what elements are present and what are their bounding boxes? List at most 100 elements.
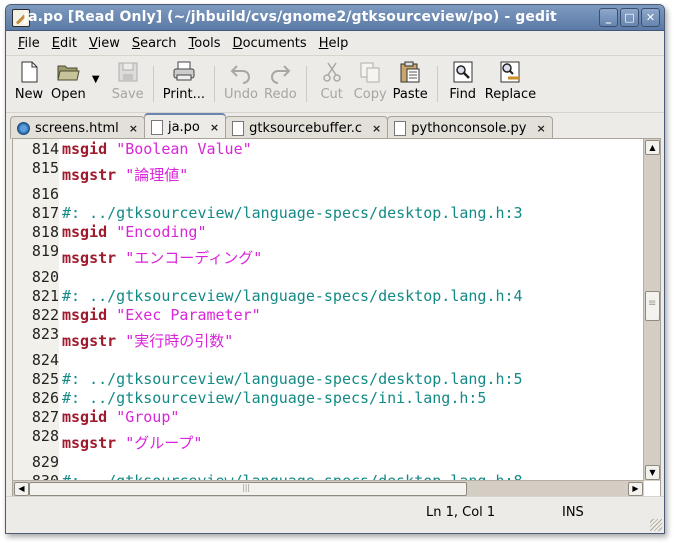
- new-document-icon: [21, 61, 38, 83]
- maximize-button[interactable]: □: [620, 8, 639, 27]
- insert-mode: INS: [562, 505, 584, 520]
- chevron-down-icon: ▼: [91, 74, 100, 85]
- undo-label: Undo: [224, 87, 259, 102]
- code-line: 828 msgstr "グループ": [15, 427, 641, 453]
- line-number: 820: [31, 268, 59, 286]
- vertical-scroll-thumb[interactable]: [645, 291, 660, 321]
- string-token: "Boolean Value": [116, 140, 252, 158]
- save-button[interactable]: Save: [109, 60, 147, 102]
- line-number: 819: [31, 242, 59, 260]
- string-token: "Group": [116, 408, 180, 426]
- toolbar-separator: [436, 66, 438, 102]
- keyword-token: msgid: [62, 306, 108, 324]
- scroll-left-button[interactable]: ◀: [14, 482, 29, 496]
- menu-mnemonic: D: [232, 35, 243, 51]
- arrow-left-icon: ◀: [18, 484, 25, 493]
- close-tab-icon[interactable]: ×: [372, 122, 381, 135]
- line-text: #: ../gtksourceview/language-specs/deskt…: [62, 287, 523, 305]
- paste-button[interactable]: Paste: [390, 60, 431, 102]
- menu-documents[interactable]: Documents: [227, 36, 313, 51]
- close-window-button[interactable]: ✕: [641, 8, 660, 27]
- replace-label: Replace: [484, 87, 537, 102]
- code-line: 821 #: ../gtksourceview/language-specs/de…: [15, 287, 641, 306]
- cut-label: Cut: [320, 87, 343, 102]
- horizontal-scrollbar[interactable]: ◀ ▶: [13, 480, 644, 496]
- undo-button[interactable]: Undo: [221, 60, 261, 102]
- save-label: Save: [111, 87, 144, 102]
- horizontal-scroll-thumb[interactable]: [29, 482, 467, 496]
- find-magnifier-icon: [453, 61, 473, 83]
- menu-view[interactable]: View: [83, 36, 126, 51]
- line-number: 826: [31, 389, 59, 407]
- resize-grip[interactable]: [650, 519, 662, 531]
- menu-tools[interactable]: Tools: [183, 36, 227, 51]
- keyword-token: msgid: [62, 408, 108, 426]
- code-line: 825 #: ../gtksourceview/language-specs/de…: [15, 370, 641, 389]
- keyword-token: msgstr: [62, 434, 117, 452]
- vertical-scrollbar[interactable]: ▲ ▼: [643, 139, 660, 481]
- tab-pythonconsole-py[interactable]: pythonconsole.py ×: [387, 116, 553, 139]
- editor-frame: 814 msgid "Boolean Value" 815 msgstr "論理値" 8…: [12, 138, 661, 497]
- tab-label: pythonconsole.py: [411, 120, 527, 136]
- tab-label: ja.po: [167, 120, 200, 135]
- line-text: #: ../gtksourceview/language-specs/deskt…: [62, 370, 523, 388]
- open-button[interactable]: Open: [48, 60, 89, 102]
- menu-edit[interactable]: Edit: [46, 36, 83, 51]
- scroll-down-button[interactable]: ▼: [645, 465, 660, 480]
- code-line: 816: [15, 185, 641, 204]
- keyword-token: msgid: [62, 223, 108, 241]
- menu-file[interactable]: File: [12, 36, 46, 51]
- status-bar: Ln 1, Col 1 INS: [6, 496, 664, 533]
- copy-icon: [360, 62, 380, 83]
- menu-label-rest: ocuments: [242, 35, 307, 51]
- code-line: 818 msgid "Encoding": [15, 223, 641, 242]
- minimize-button[interactable]: _: [599, 8, 618, 27]
- close-tab-icon[interactable]: ×: [536, 122, 545, 135]
- line-number: 823: [31, 325, 59, 343]
- close-tab-icon[interactable]: ×: [210, 121, 219, 134]
- comment-token: #: ../gtksourceview/language-specs/ini.l…: [62, 389, 487, 407]
- keyword-token: msgstr: [62, 332, 117, 350]
- code-line: 820: [15, 268, 641, 287]
- text-view[interactable]: 814 msgid "Boolean Value" 815 msgstr "論理値" 8…: [15, 140, 641, 491]
- find-button[interactable]: Find: [444, 60, 482, 102]
- scroll-up-button[interactable]: ▲: [645, 140, 660, 155]
- copy-button[interactable]: Copy: [351, 60, 390, 102]
- tab-gtksourcebuffer-c[interactable]: gtksourcebuffer.c ×: [225, 116, 389, 139]
- code-line: 814 msgid "Boolean Value": [15, 140, 641, 159]
- menu-label-rest: elp: [328, 35, 349, 51]
- line-text: msgstr "エンコーディング": [62, 247, 262, 268]
- menu-search[interactable]: Search: [126, 36, 183, 51]
- replace-button[interactable]: Replace: [482, 60, 539, 102]
- gedit-window: ja.po [Read Only] (~/jhbuild/cvs/gnome2/…: [5, 4, 665, 534]
- menu-label-rest: iew: [97, 35, 120, 51]
- menu-help[interactable]: Help: [313, 36, 355, 51]
- line-text: #: ../gtksourceview/language-specs/ini.l…: [62, 389, 486, 407]
- new-button[interactable]: New: [10, 60, 48, 102]
- tab-ja-po[interactable]: ja.po ×: [143, 113, 227, 140]
- line-text: msgid "Encoding": [62, 223, 207, 241]
- replace-icon: [500, 61, 521, 83]
- keyword-token: msgstr: [62, 166, 117, 184]
- copy-label: Copy: [353, 87, 387, 102]
- code-line: 829: [15, 453, 641, 472]
- tab-screens-html[interactable]: screens.html ×: [10, 116, 145, 139]
- redo-button[interactable]: Redo: [261, 60, 300, 102]
- scroll-right-button[interactable]: ▶: [628, 482, 643, 496]
- string-token: "論理値": [125, 166, 189, 184]
- title-bar[interactable]: ja.po [Read Only] (~/jhbuild/cvs/gnome2/…: [6, 5, 664, 31]
- print-button[interactable]: Print...: [160, 60, 208, 102]
- comment-token: #: ../gtksourceview/language-specs/deskt…: [62, 287, 523, 305]
- close-tab-icon[interactable]: ×: [129, 122, 138, 135]
- arrow-up-icon: ▲: [649, 143, 656, 152]
- line-number: 822: [31, 306, 59, 324]
- line-number: 815: [31, 159, 59, 177]
- open-folder-icon: [57, 65, 80, 81]
- menu-label-rest: earch: [140, 35, 177, 51]
- line-text: msgstr "実行時の引数": [62, 330, 233, 351]
- line-number: 828: [31, 427, 59, 445]
- code-line: 823 msgstr "実行時の引数": [15, 325, 641, 351]
- keyword-token: msgid: [62, 140, 108, 158]
- cut-button[interactable]: Cut: [313, 60, 351, 102]
- open-recent-dropdown[interactable]: ▼: [89, 74, 103, 85]
